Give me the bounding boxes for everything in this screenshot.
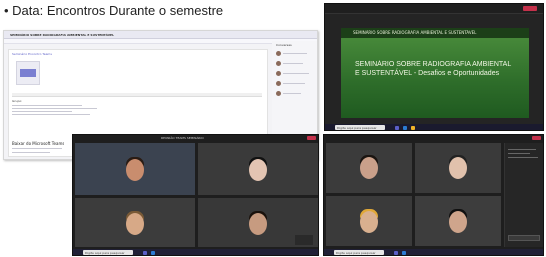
reply-line (12, 148, 62, 149)
participant-video (249, 159, 267, 181)
sidebar-item (283, 83, 305, 84)
teams-icon[interactable] (394, 251, 398, 255)
body-line (12, 108, 97, 109)
video-grid-a: REUNIÃO TEAMS SEMINÁRIO Digite aqui para… (72, 134, 319, 256)
teams-icon[interactable] (395, 126, 399, 130)
caption: • Data: Encontros Durante o semestre (4, 3, 224, 18)
chat-line (508, 149, 536, 150)
participant-video (449, 157, 467, 179)
sidebar-item (283, 93, 301, 94)
slide-heading: SEMINÁRIO SOBRE RADIOGRAFIA AMBIENTAL E … (353, 30, 477, 35)
file-icon (20, 69, 36, 77)
meeting-title: REUNIÃO TEAMS SEMINÁRIO (161, 136, 204, 140)
body-line: Grupo: (12, 99, 23, 103)
participant-video (360, 211, 378, 233)
folder-icon[interactable] (411, 126, 415, 130)
self-preview (295, 235, 313, 245)
search-placeholder: Digite aqui para pesquisar (337, 126, 377, 130)
teams-icon[interactable] (143, 251, 147, 255)
avatar[interactable] (276, 91, 281, 96)
participant-video (360, 157, 378, 179)
post-label: Seminário Encontro Teams (12, 52, 52, 56)
reply-line (12, 152, 50, 153)
avatar[interactable] (276, 51, 281, 56)
avatar[interactable] (276, 71, 281, 76)
meeting-top-bar (325, 4, 543, 14)
sidebar-item (283, 53, 307, 54)
browser-icon[interactable] (402, 251, 406, 255)
browser-icon[interactable] (151, 251, 155, 255)
sidebar-item (283, 63, 303, 64)
avatar[interactable] (276, 61, 281, 66)
teams-tab-bar (4, 39, 317, 44)
search-placeholder: Digite aqui para pesquisar (85, 251, 125, 255)
video-grid-b: Digite aqui para pesquisar (323, 134, 544, 256)
sidebar-title: Conversas (276, 43, 292, 47)
avatar[interactable] (276, 81, 281, 86)
slide-title: SEMINÁRIO SOBRE RADIOGRAFIA AMBIENTAL E … (355, 61, 511, 77)
participant-video (249, 213, 267, 235)
chat-input[interactable] (508, 235, 540, 241)
chat-line (508, 153, 530, 154)
search-placeholder: Digite aqui para pesquisar (336, 251, 376, 255)
participant-video (126, 159, 144, 181)
reply-title: Baixar do Microsoft Teams (12, 141, 65, 146)
presentation-screenshot: SEMINÁRIO SOBRE RADIOGRAFIA AMBIENTAL E … (324, 3, 544, 131)
body-line (12, 111, 72, 112)
body-line (12, 114, 90, 115)
chat-panel (504, 143, 543, 247)
leave-button[interactable] (532, 136, 541, 140)
team-header: SEMINÁRIO SOBRE RADIOGRAFIA AMBIENTAL E … (10, 33, 115, 37)
sidebar-item (283, 73, 309, 74)
body-line (12, 105, 82, 106)
chat-line (508, 157, 538, 158)
participant-video (449, 211, 467, 233)
leave-button[interactable] (307, 136, 316, 140)
format-toolbar[interactable] (12, 93, 262, 97)
participant-video (126, 213, 144, 235)
browser-icon[interactable] (403, 126, 407, 130)
leave-button[interactable] (523, 6, 537, 11)
